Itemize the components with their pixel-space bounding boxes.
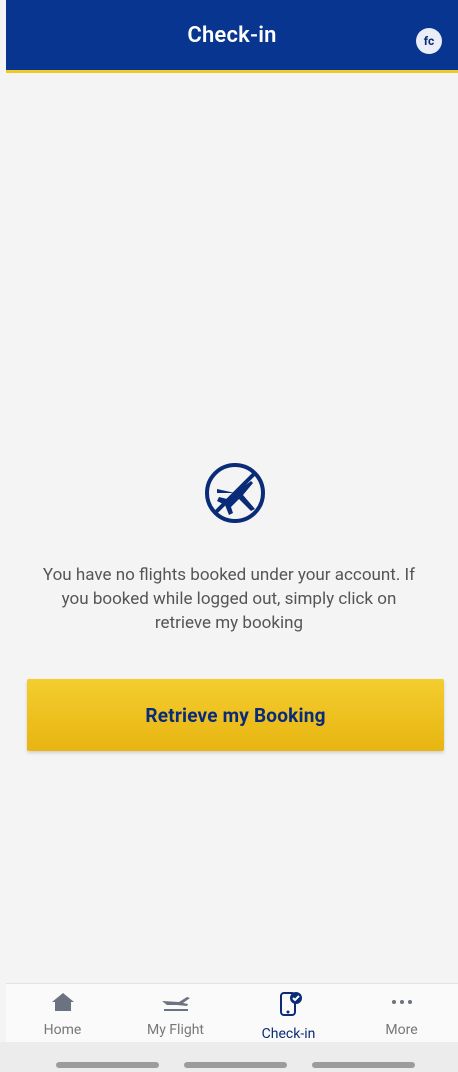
nav-more[interactable]: More [352,984,452,1038]
nav-my-flight[interactable]: My Flight [126,984,226,1038]
system-gesture-bar [0,1042,458,1072]
nav-check-in[interactable]: Check-in [239,984,339,1042]
nav-home[interactable]: Home [13,984,113,1038]
phone-check-icon [279,992,302,1016]
more-icon [391,1000,412,1004]
avatar[interactable]: fc [416,28,442,54]
nav-label-home: Home [43,1022,82,1038]
nav-label-my-flight: My Flight [146,1022,205,1038]
gesture-pill-1 [56,1062,159,1068]
page-title: Check-in [187,22,277,48]
bottom-navigation: Home My Flight Check-in More [6,983,458,1042]
nav-label-more: More [385,1022,418,1038]
retrieve-booking-button[interactable]: Retrieve my Booking [27,679,444,751]
app-header: Check-in fc [6,0,458,73]
gesture-pill-3 [312,1062,415,1068]
no-flights-message: You have no flights booked under your ac… [42,565,416,633]
no-flight-icon [205,463,265,523]
home-icon [51,993,74,1011]
plane-icon [161,997,190,1011]
gesture-pill-2 [184,1062,287,1068]
nav-label-check-in: Check-in [261,1026,316,1042]
main-content: You have no flights booked under your ac… [0,73,458,988]
